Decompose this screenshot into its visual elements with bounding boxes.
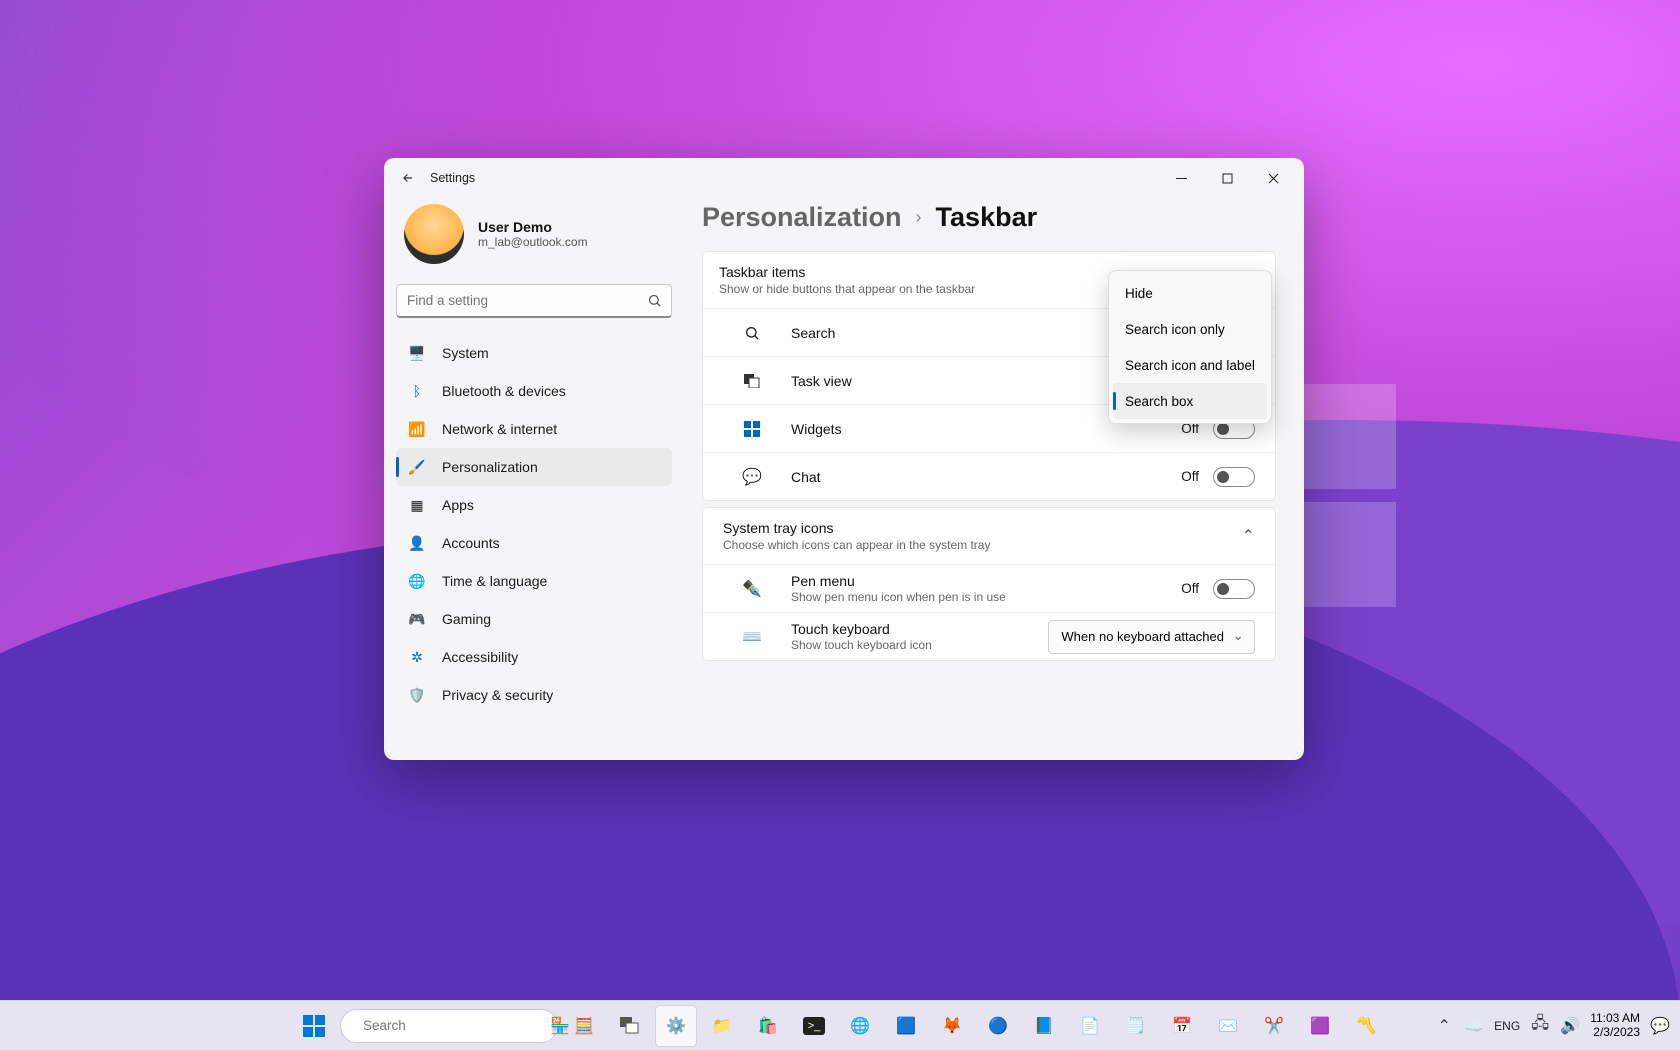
start-button[interactable] <box>294 1006 334 1046</box>
chat-icon: 💬 <box>743 467 761 487</box>
globe-icon: 🌐 <box>408 572 426 590</box>
notifications-icon[interactable]: 💬 <box>1650 1016 1670 1036</box>
onedrive-icon[interactable]: ☁️ <box>1464 1016 1484 1036</box>
chevron-up-icon: ⌃ <box>1242 526 1255 546</box>
nav-time-language[interactable]: 🌐Time & language <box>396 562 672 600</box>
search-input[interactable] <box>396 284 672 318</box>
taskbar: 🏪 🧮 ⚙️ 📁 🛍️ >_ 🌐 🟦 🦊 🔵 📘 📄 🗒️ 📅 ✉️ ✂️ 🟪 … <box>0 1000 1680 1050</box>
tb-terminal[interactable]: >_ <box>794 1006 834 1046</box>
chevron-up-icon[interactable]: ⌃ <box>1434 1016 1454 1036</box>
expander-header[interactable]: System tray icons Choose which icons can… <box>703 508 1275 564</box>
titlebar: Settings <box>384 158 1304 198</box>
task-view-icon <box>743 374 761 388</box>
toggle-pen-menu[interactable] <box>1213 579 1255 599</box>
tb-settings[interactable]: ⚙️ <box>656 1006 696 1046</box>
main-pane: Personalization › Taskbar Taskbar items … <box>684 198 1304 760</box>
brush-icon: 🖌️ <box>408 458 426 476</box>
nav-system[interactable]: 🖥️System <box>396 334 672 372</box>
widgets-icon <box>743 421 761 437</box>
taskbar-search-input[interactable] <box>363 1018 540 1033</box>
tb-task-view[interactable] <box>610 1006 650 1046</box>
nav-accessibility[interactable]: ✲Accessibility <box>396 638 672 676</box>
nav-bluetooth[interactable]: ᛒBluetooth & devices <box>396 372 672 410</box>
nav-personalization[interactable]: 🖌️Personalization <box>396 448 672 486</box>
touch-keyboard-select[interactable]: When no keyboard attached <box>1048 620 1255 654</box>
monitor-icon: 🖥️ <box>408 344 426 362</box>
pen-icon: ✒️ <box>743 579 761 599</box>
row-pen-menu: ✒️ Pen menu Show pen menu icon when pen … <box>703 564 1275 612</box>
clock[interactable]: 11:03 AM 2/3/2023 <box>1590 1012 1640 1038</box>
taskbar-search[interactable]: 🏪 <box>340 1009 558 1043</box>
settings-window: Settings User Demo m_lab@outlook.com 🖥️S… <box>384 158 1304 760</box>
tb-calendar[interactable]: 📅 <box>1162 1006 1202 1046</box>
bluetooth-icon: ᛒ <box>408 382 426 400</box>
system-tray-section: System tray icons Choose which icons can… <box>702 507 1276 661</box>
minimize-button[interactable] <box>1158 162 1204 194</box>
language-indicator[interactable]: ENG <box>1494 1019 1520 1033</box>
dd-option-icon-label[interactable]: Search icon and label <box>1113 347 1267 383</box>
shield-icon: 🛡️ <box>408 686 426 704</box>
nav-accounts[interactable]: 👤Accounts <box>396 524 672 562</box>
tb-snip[interactable]: ✂️ <box>1254 1006 1294 1046</box>
close-button[interactable] <box>1250 162 1296 194</box>
gamepad-icon: 🎮 <box>408 610 426 628</box>
chevron-right-icon: › <box>916 207 922 228</box>
user-account-row[interactable]: User Demo m_lab@outlook.com <box>396 198 672 278</box>
apps-icon: ▦ <box>408 496 426 514</box>
breadcrumb: Personalization › Taskbar <box>702 202 1276 233</box>
tb-calculator[interactable]: 🧮 <box>564 1006 604 1046</box>
nav-gaming[interactable]: 🎮Gaming <box>396 600 672 638</box>
tb-file-explorer[interactable]: 📁 <box>702 1006 742 1046</box>
tb-word[interactable]: 📘 <box>1024 1006 1064 1046</box>
settings-search[interactable] <box>396 284 672 318</box>
row-touch-keyboard: ⌨️ Touch keyboard Show touch keyboard ic… <box>703 612 1275 660</box>
accessibility-icon: ✲ <box>408 648 426 666</box>
dd-option-hide[interactable]: Hide <box>1113 275 1267 311</box>
maximize-button[interactable] <box>1204 162 1250 194</box>
keyboard-icon: ⌨️ <box>743 627 761 647</box>
system-tray[interactable]: ⌃ ☁️ ENG 🖧 🔊 11:03 AM 2/3/2023 💬 <box>1434 1012 1670 1038</box>
person-icon: 👤 <box>408 534 426 552</box>
search-icon <box>647 293 662 308</box>
dd-option-icon-only[interactable]: Search icon only <box>1113 311 1267 347</box>
user-name: User Demo <box>478 219 588 235</box>
wifi-icon: 📶 <box>408 420 426 438</box>
tb-notes[interactable]: 🗒️ <box>1116 1006 1156 1046</box>
window-title: Settings <box>430 171 475 185</box>
tb-chrome[interactable]: 🔵 <box>978 1006 1018 1046</box>
toggle-chat[interactable] <box>1213 467 1255 487</box>
sidebar: User Demo m_lab@outlook.com 🖥️System ᛒBl… <box>384 198 684 760</box>
user-email: m_lab@outlook.com <box>478 235 588 249</box>
tb-store[interactable]: 🛍️ <box>748 1006 788 1046</box>
breadcrumb-current: Taskbar <box>936 202 1038 233</box>
nav-network[interactable]: 📶Network & internet <box>396 410 672 448</box>
tb-copilot[interactable]: 🟦 <box>886 1006 926 1046</box>
nav-apps[interactable]: ▦Apps <box>396 486 672 524</box>
tb-firefox[interactable]: 🦊 <box>932 1006 972 1046</box>
row-chat: 💬 Chat Off <box>703 452 1275 500</box>
search-icon <box>743 325 761 341</box>
tb-app2[interactable]: 〽️ <box>1346 1006 1386 1046</box>
tb-mail[interactable]: ✉️ <box>1208 1006 1248 1046</box>
back-button[interactable] <box>392 162 424 194</box>
tb-app1[interactable]: 🟪 <box>1300 1006 1340 1046</box>
tb-notepad[interactable]: 📄 <box>1070 1006 1110 1046</box>
search-mode-dropdown: Hide Search icon only Search icon and la… <box>1108 270 1272 424</box>
network-icon[interactable]: 🖧 <box>1530 1016 1550 1036</box>
dd-option-search-box[interactable]: Search box <box>1113 383 1267 419</box>
breadcrumb-parent[interactable]: Personalization <box>702 202 902 233</box>
volume-icon[interactable]: 🔊 <box>1560 1016 1580 1036</box>
nav-privacy[interactable]: 🛡️Privacy & security <box>396 676 672 714</box>
avatar <box>404 204 464 264</box>
tb-edge[interactable]: 🌐 <box>840 1006 880 1046</box>
